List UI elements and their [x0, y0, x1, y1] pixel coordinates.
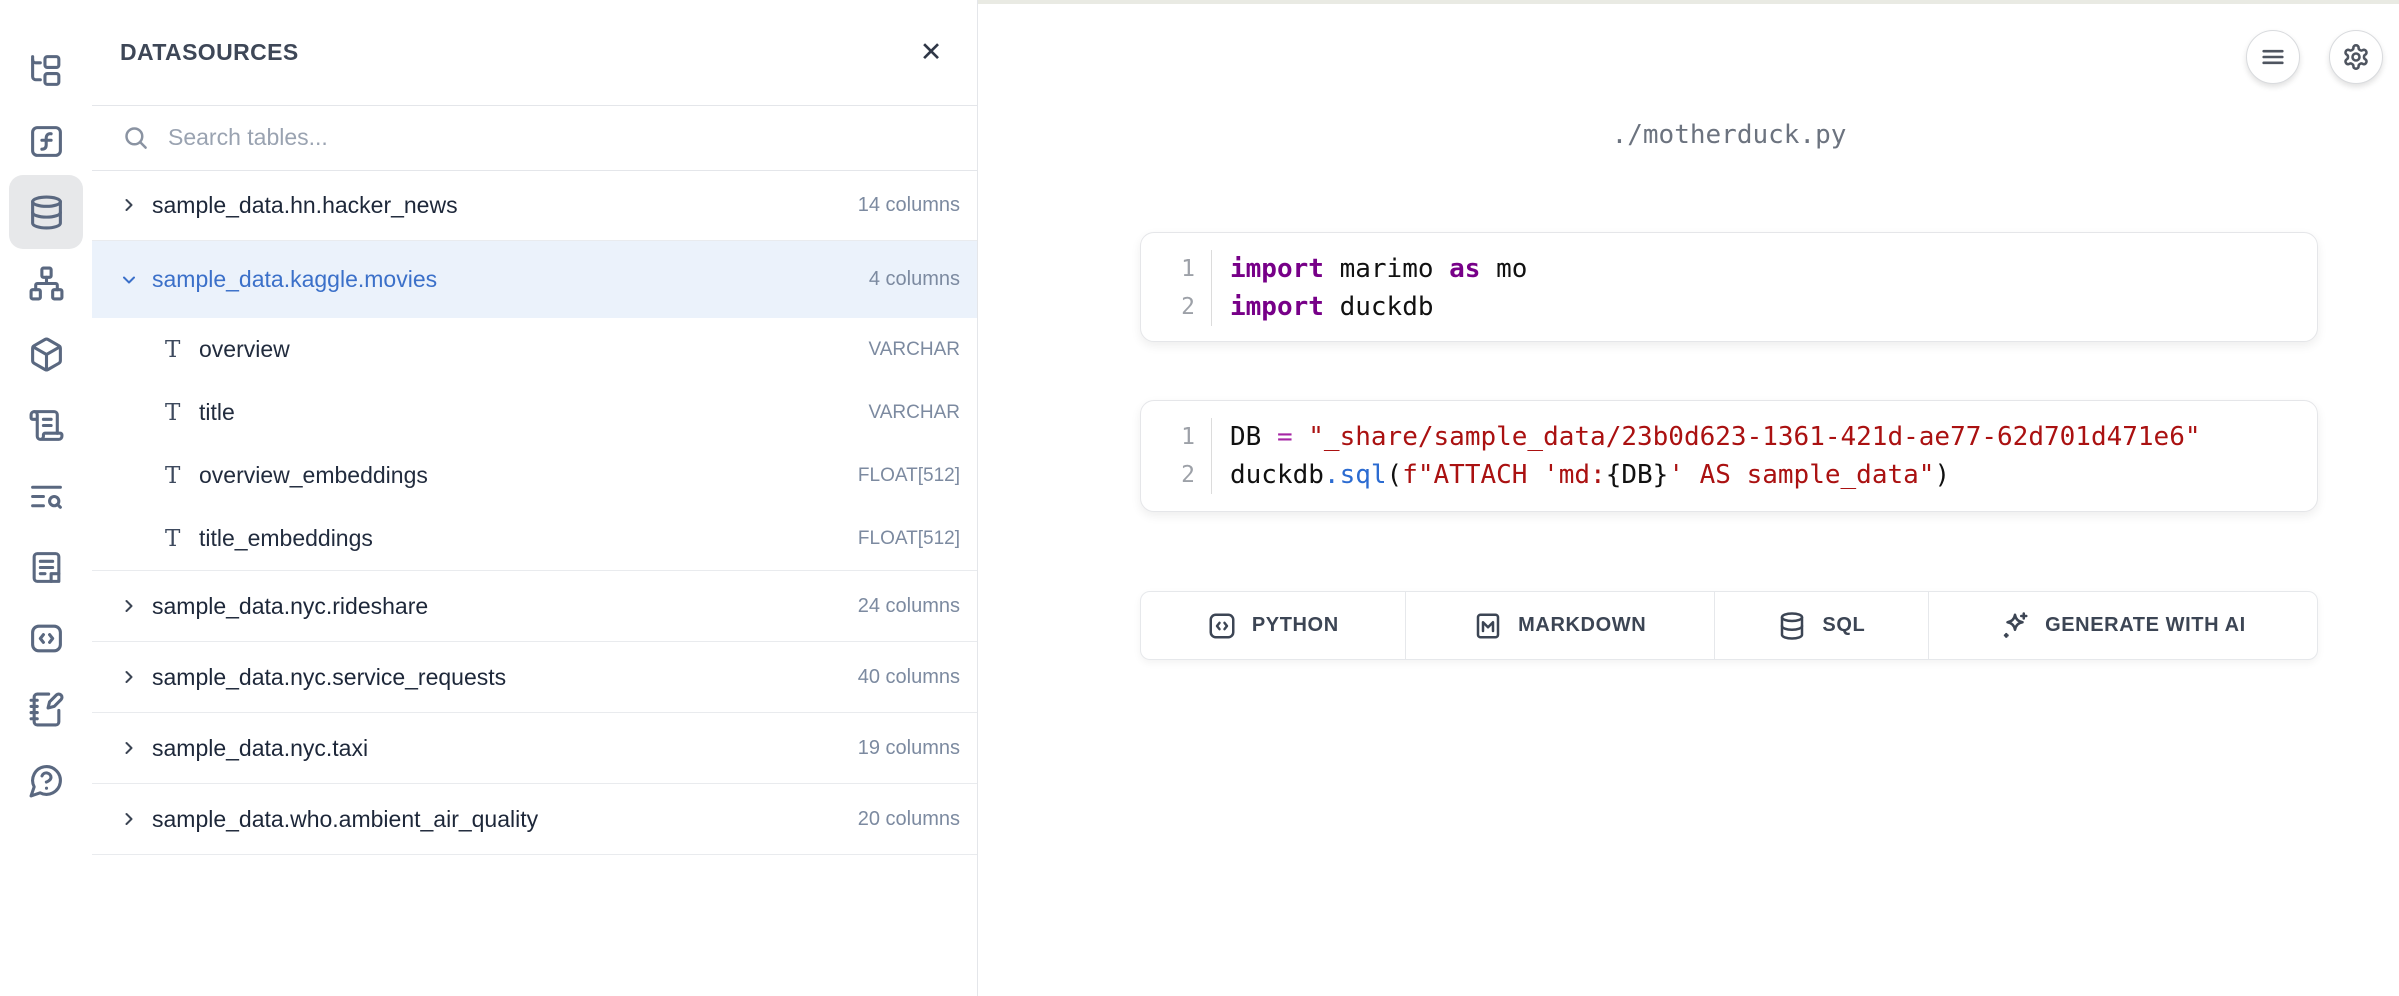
column-row[interactable]: T title_embeddings FLOAT[512] [92, 507, 977, 570]
chevron-down-icon [119, 270, 139, 290]
notebook-menu-button[interactable] [2246, 30, 2300, 84]
columns-group: T overview VARCHAR T title VARCHAR T ove… [92, 318, 977, 571]
close-panel-button[interactable]: ✕ [911, 33, 951, 73]
code-text[interactable]: import duckdb [1211, 288, 1434, 326]
table-name: sample_data.nyc.taxi [152, 735, 368, 762]
table-row[interactable]: sample_data.who.ambient_air_quality 20 c… [92, 784, 977, 855]
add-sql-cell-button[interactable]: SQL [1715, 592, 1929, 659]
column-type: FLOAT[512] [858, 528, 960, 550]
search-tables-input[interactable] [166, 123, 977, 152]
column-row[interactable]: T title VARCHAR [92, 381, 977, 444]
panel-header: DATASOURCES ✕ [92, 0, 977, 106]
table-name: sample_data.nyc.rideshare [152, 593, 428, 620]
variables-icon[interactable] [9, 104, 83, 178]
text-type-icon: T [165, 400, 199, 426]
column-name: title_embeddings [199, 525, 373, 552]
notebook-filename[interactable]: ./motherduck.py [1140, 120, 2318, 150]
logs-icon[interactable] [9, 459, 83, 533]
code-text[interactable]: DB = "_share/sample_data/23b0d623-1361-4… [1211, 418, 2201, 456]
column-name: overview_embeddings [199, 462, 428, 489]
table-name: sample_data.kaggle.movies [152, 266, 437, 293]
table-row[interactable]: sample_data.hn.hacker_news 14 columns [92, 170, 977, 241]
table-name: sample_data.hn.hacker_news [152, 192, 458, 219]
line-number: 1 [1141, 418, 1211, 456]
code-line: 2import duckdb [1141, 288, 2317, 326]
markdown-icon [1473, 611, 1503, 641]
chevron-right-icon [119, 738, 139, 758]
add-cell-bar: PYTHON MARKDOWN SQL GENERATE WITH AI [1140, 591, 2318, 660]
table-row[interactable]: sample_data.kaggle.movies 4 columns [92, 241, 977, 318]
text-type-icon: T [165, 337, 199, 363]
search-row [92, 105, 977, 171]
documentation-icon[interactable] [9, 388, 83, 462]
table-columns-count: 19 columns [858, 737, 960, 760]
datasources-panel: DATASOURCES ✕ sample_data.hn.hacker_news… [92, 0, 978, 996]
settings-button[interactable] [2329, 30, 2383, 84]
marimo-app: DATASOURCES ✕ sample_data.hn.hacker_news… [0, 0, 2399, 996]
code-cell[interactable]: 1DB = "_share/sample_data/23b0d623-1361-… [1140, 400, 2318, 512]
scratchpad-icon[interactable] [9, 672, 83, 746]
chevron-right-icon [119, 195, 139, 215]
add-markdown-cell-button[interactable]: MARKDOWN [1406, 592, 1715, 659]
file-explorer-icon[interactable] [9, 33, 83, 107]
line-number: 1 [1141, 250, 1211, 288]
table-row[interactable]: sample_data.nyc.taxi 19 columns [92, 713, 977, 784]
outline-icon[interactable] [9, 530, 83, 604]
snippets-icon[interactable] [9, 601, 83, 675]
tables-list: sample_data.hn.hacker_news 14 columns sa… [92, 170, 977, 855]
text-type-icon: T [165, 463, 199, 489]
text-type-icon: T [165, 526, 199, 552]
column-type: VARCHAR [869, 339, 961, 361]
add-python-cell-button[interactable]: PYTHON [1141, 592, 1406, 659]
code-square-icon [1207, 611, 1237, 641]
column-name: title [199, 399, 235, 426]
table-columns-count: 24 columns [858, 595, 960, 618]
line-number: 2 [1141, 288, 1211, 326]
hamburger-menu-icon [2259, 43, 2287, 71]
settings-gear-icon [2342, 43, 2370, 71]
table-columns-count: 14 columns [858, 194, 960, 217]
search-icon [122, 124, 149, 151]
code-line: 1DB = "_share/sample_data/23b0d623-1361-… [1141, 418, 2317, 456]
datasources-icon[interactable] [9, 175, 83, 249]
table-name: sample_data.nyc.service_requests [152, 664, 506, 691]
sparkles-icon [2000, 611, 2030, 641]
line-number: 2 [1141, 456, 1211, 494]
code-cell[interactable]: 1import marimo as mo2import duckdb [1140, 232, 2318, 342]
chevron-right-icon [119, 596, 139, 616]
table-name: sample_data.who.ambient_air_quality [152, 806, 538, 833]
code-line: 2duckdb.sql(f"ATTACH 'md:{DB}' AS sample… [1141, 456, 2317, 494]
code-line: 1import marimo as mo [1141, 250, 2317, 288]
code-text[interactable]: import marimo as mo [1211, 250, 1527, 288]
code-text[interactable]: duckdb.sql(f"ATTACH 'md:{DB}' AS sample_… [1211, 456, 1950, 494]
generate-with-ai-button[interactable]: GENERATE WITH AI [1929, 592, 2317, 659]
chevron-right-icon [119, 667, 139, 687]
column-name: overview [199, 336, 290, 363]
table-columns-count: 4 columns [869, 268, 960, 291]
activity-bar [0, 0, 93, 996]
table-row[interactable]: sample_data.nyc.service_requests 40 colu… [92, 642, 977, 713]
dependencies-icon[interactable] [9, 246, 83, 320]
table-columns-count: 20 columns [858, 808, 960, 831]
database-icon [1777, 611, 1807, 641]
panel-title: DATASOURCES [120, 39, 299, 66]
column-type: VARCHAR [869, 402, 961, 424]
table-columns-count: 40 columns [858, 666, 960, 689]
help-chat-icon[interactable] [9, 743, 83, 817]
column-row[interactable]: T overview_embeddings FLOAT[512] [92, 444, 977, 507]
column-row[interactable]: T overview VARCHAR [92, 318, 977, 381]
chevron-right-icon [119, 809, 139, 829]
column-type: FLOAT[512] [858, 465, 960, 487]
packages-icon[interactable] [9, 317, 83, 391]
table-row[interactable]: sample_data.nyc.rideshare 24 columns [92, 571, 977, 642]
